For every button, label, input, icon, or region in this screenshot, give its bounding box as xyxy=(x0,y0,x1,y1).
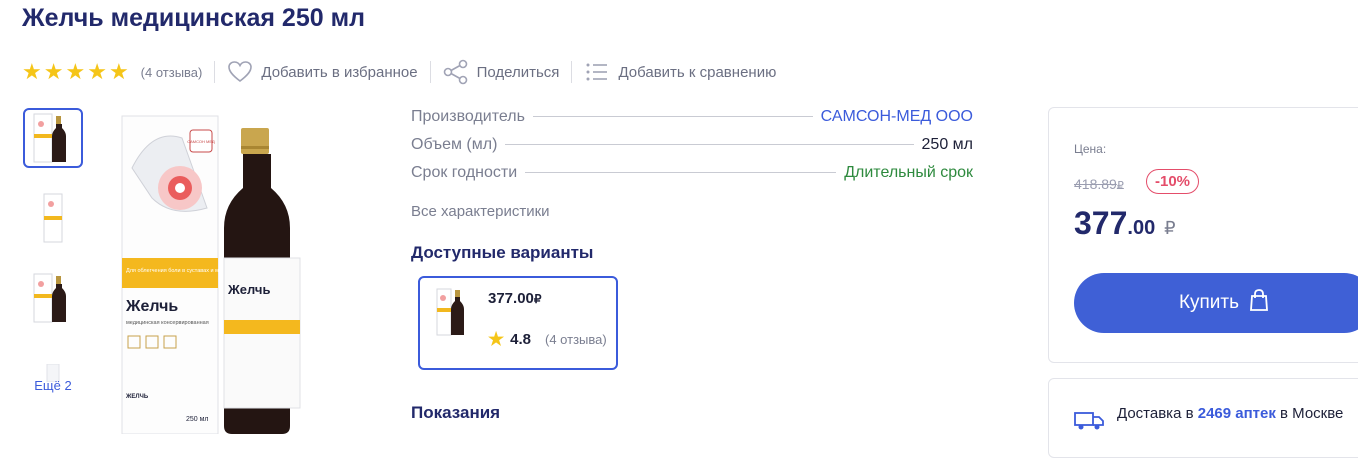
rating-stars[interactable]: ★ ★ ★ ★ ★ xyxy=(22,61,129,83)
packaging-banner-text: Для облегчения боли в суставах и мышцах xyxy=(126,268,236,274)
star-icon: ★ xyxy=(108,59,129,84)
discount-badge: -10% xyxy=(1146,169,1200,194)
manufacturer-link[interactable]: САМСОН-МЕД ООО xyxy=(821,108,973,126)
packaging-subtitle: медицинская консервированная xyxy=(126,320,209,326)
star-icon: ★ xyxy=(22,59,42,84)
currency-symbol: ₽ xyxy=(1116,180,1124,192)
delivery-text: Доставка в 2469 аптек в Москве xyxy=(1117,405,1343,422)
specs-list: Производитель САМСОН-МЕД ООО Объем (мл) … xyxy=(411,108,973,192)
shopping-bag-icon xyxy=(1249,289,1269,317)
all-characteristics-link[interactable]: Все характеристики xyxy=(411,203,550,220)
share-button[interactable]: Поделиться xyxy=(443,59,560,85)
add-to-compare-button[interactable]: Добавить к сравнению xyxy=(584,59,776,85)
currency-symbol: ₽ xyxy=(533,292,542,306)
thumbnail-1[interactable] xyxy=(23,108,83,168)
spec-dots xyxy=(525,172,837,173)
thumbnail-gallery: Ещё 2 xyxy=(23,108,83,428)
variant-reviews: (4 отзыва) xyxy=(545,331,607,347)
buy-button[interactable]: Купить xyxy=(1074,273,1358,333)
price-panel: Цена: 418.89₽ -10% 377.00 ₽ Купить xyxy=(1048,107,1358,363)
product-photo: САМСОН МЕД Для облегчения боли в сустава… xyxy=(121,115,301,435)
current-price: 377.00 ₽ xyxy=(1074,205,1176,242)
variant-rating-value: 4.8 xyxy=(510,330,531,348)
add-to-favorites-button[interactable]: Добавить в избранное xyxy=(227,59,418,85)
spec-dots xyxy=(505,144,914,145)
compare-list-icon xyxy=(584,59,610,85)
more-images-label: Ещё 2 xyxy=(34,377,72,393)
spec-row-shelf-life: Срок годности Длительный срок xyxy=(411,164,973,192)
product-main-image[interactable]: САМСОН МЕД Для облегчения боли в сустава… xyxy=(112,108,312,435)
variant-price: 377.00₽ xyxy=(488,290,542,307)
delivery-prefix: Доставка в xyxy=(1117,405,1198,422)
old-price: 418.89₽ xyxy=(1074,176,1124,192)
thumbnail-3[interactable] xyxy=(23,268,83,328)
thumbnail-more[interactable]: Ещё 2 xyxy=(23,348,83,408)
spec-label: Объем (мл) xyxy=(411,136,498,153)
divider xyxy=(429,61,431,83)
delivery-truck-icon xyxy=(1074,411,1104,436)
divider xyxy=(214,61,216,83)
share-label: Поделиться xyxy=(476,63,560,81)
heart-icon xyxy=(227,59,253,85)
delivery-suffix: в Москве xyxy=(1275,405,1344,422)
bottle-label-name: Желчь xyxy=(227,282,270,297)
star-icon: ★ xyxy=(65,59,86,84)
variant-rating: ★ 4.8 (4 отзыва) xyxy=(488,330,607,348)
spec-row-volume: Объем (мл) 250 мл xyxy=(411,136,973,164)
star-icon: ★ xyxy=(43,59,64,84)
packaging-name: Желчь xyxy=(125,298,178,315)
reviews-link[interactable]: (4 отзыва) xyxy=(141,65,203,80)
page-title: Желчь медицинская 250 мл xyxy=(22,4,365,32)
thumbnail-2[interactable] xyxy=(23,188,83,248)
star-icon: ★ xyxy=(488,329,505,349)
add-to-compare-label: Добавить к сравнению xyxy=(618,63,777,81)
currency-symbol: ₽ xyxy=(1164,218,1176,238)
old-price-value: 418.89 xyxy=(1074,176,1117,192)
buy-button-label: Купить xyxy=(1178,292,1240,313)
brand-logo-text: САМСОН МЕД xyxy=(187,139,215,144)
variant-price-value: 377.00 xyxy=(488,290,534,307)
variant-thumbnail xyxy=(436,288,464,336)
pharmacies-count-link[interactable]: 2469 аптек xyxy=(1198,405,1276,422)
indications-heading: Показания xyxy=(411,403,501,422)
rating-bar: ★ ★ ★ ★ ★ (4 отзыва) Добавить в избранно… xyxy=(22,58,776,86)
delivery-panel: Доставка в 2469 аптек в Москве xyxy=(1048,378,1358,458)
add-to-favorites-label: Добавить в избранное xyxy=(261,63,418,81)
price-decimal: .00 xyxy=(1127,217,1156,239)
variants-title: Доступные варианты xyxy=(411,243,594,262)
star-icon: ★ xyxy=(87,59,107,84)
price-label: Цена: xyxy=(1074,142,1107,156)
spec-label: Производитель xyxy=(411,108,525,125)
variant-card[interactable]: 377.00₽ ★ 4.8 (4 отзыва) xyxy=(418,276,618,370)
price-integer: 377 xyxy=(1074,205,1128,241)
spec-dots xyxy=(532,116,813,117)
divider xyxy=(571,61,573,83)
packaging-small-name: ЖЕЛЧЬ xyxy=(125,394,149,400)
spec-row-manufacturer: Производитель САМСОН-МЕД ООО xyxy=(411,108,973,136)
spec-value: 250 мл xyxy=(921,136,973,153)
share-icon xyxy=(443,59,469,85)
packaging-volume: 250 мл xyxy=(186,416,209,423)
spec-value: Длительный срок xyxy=(844,164,973,181)
spec-label: Срок годности xyxy=(411,164,518,181)
